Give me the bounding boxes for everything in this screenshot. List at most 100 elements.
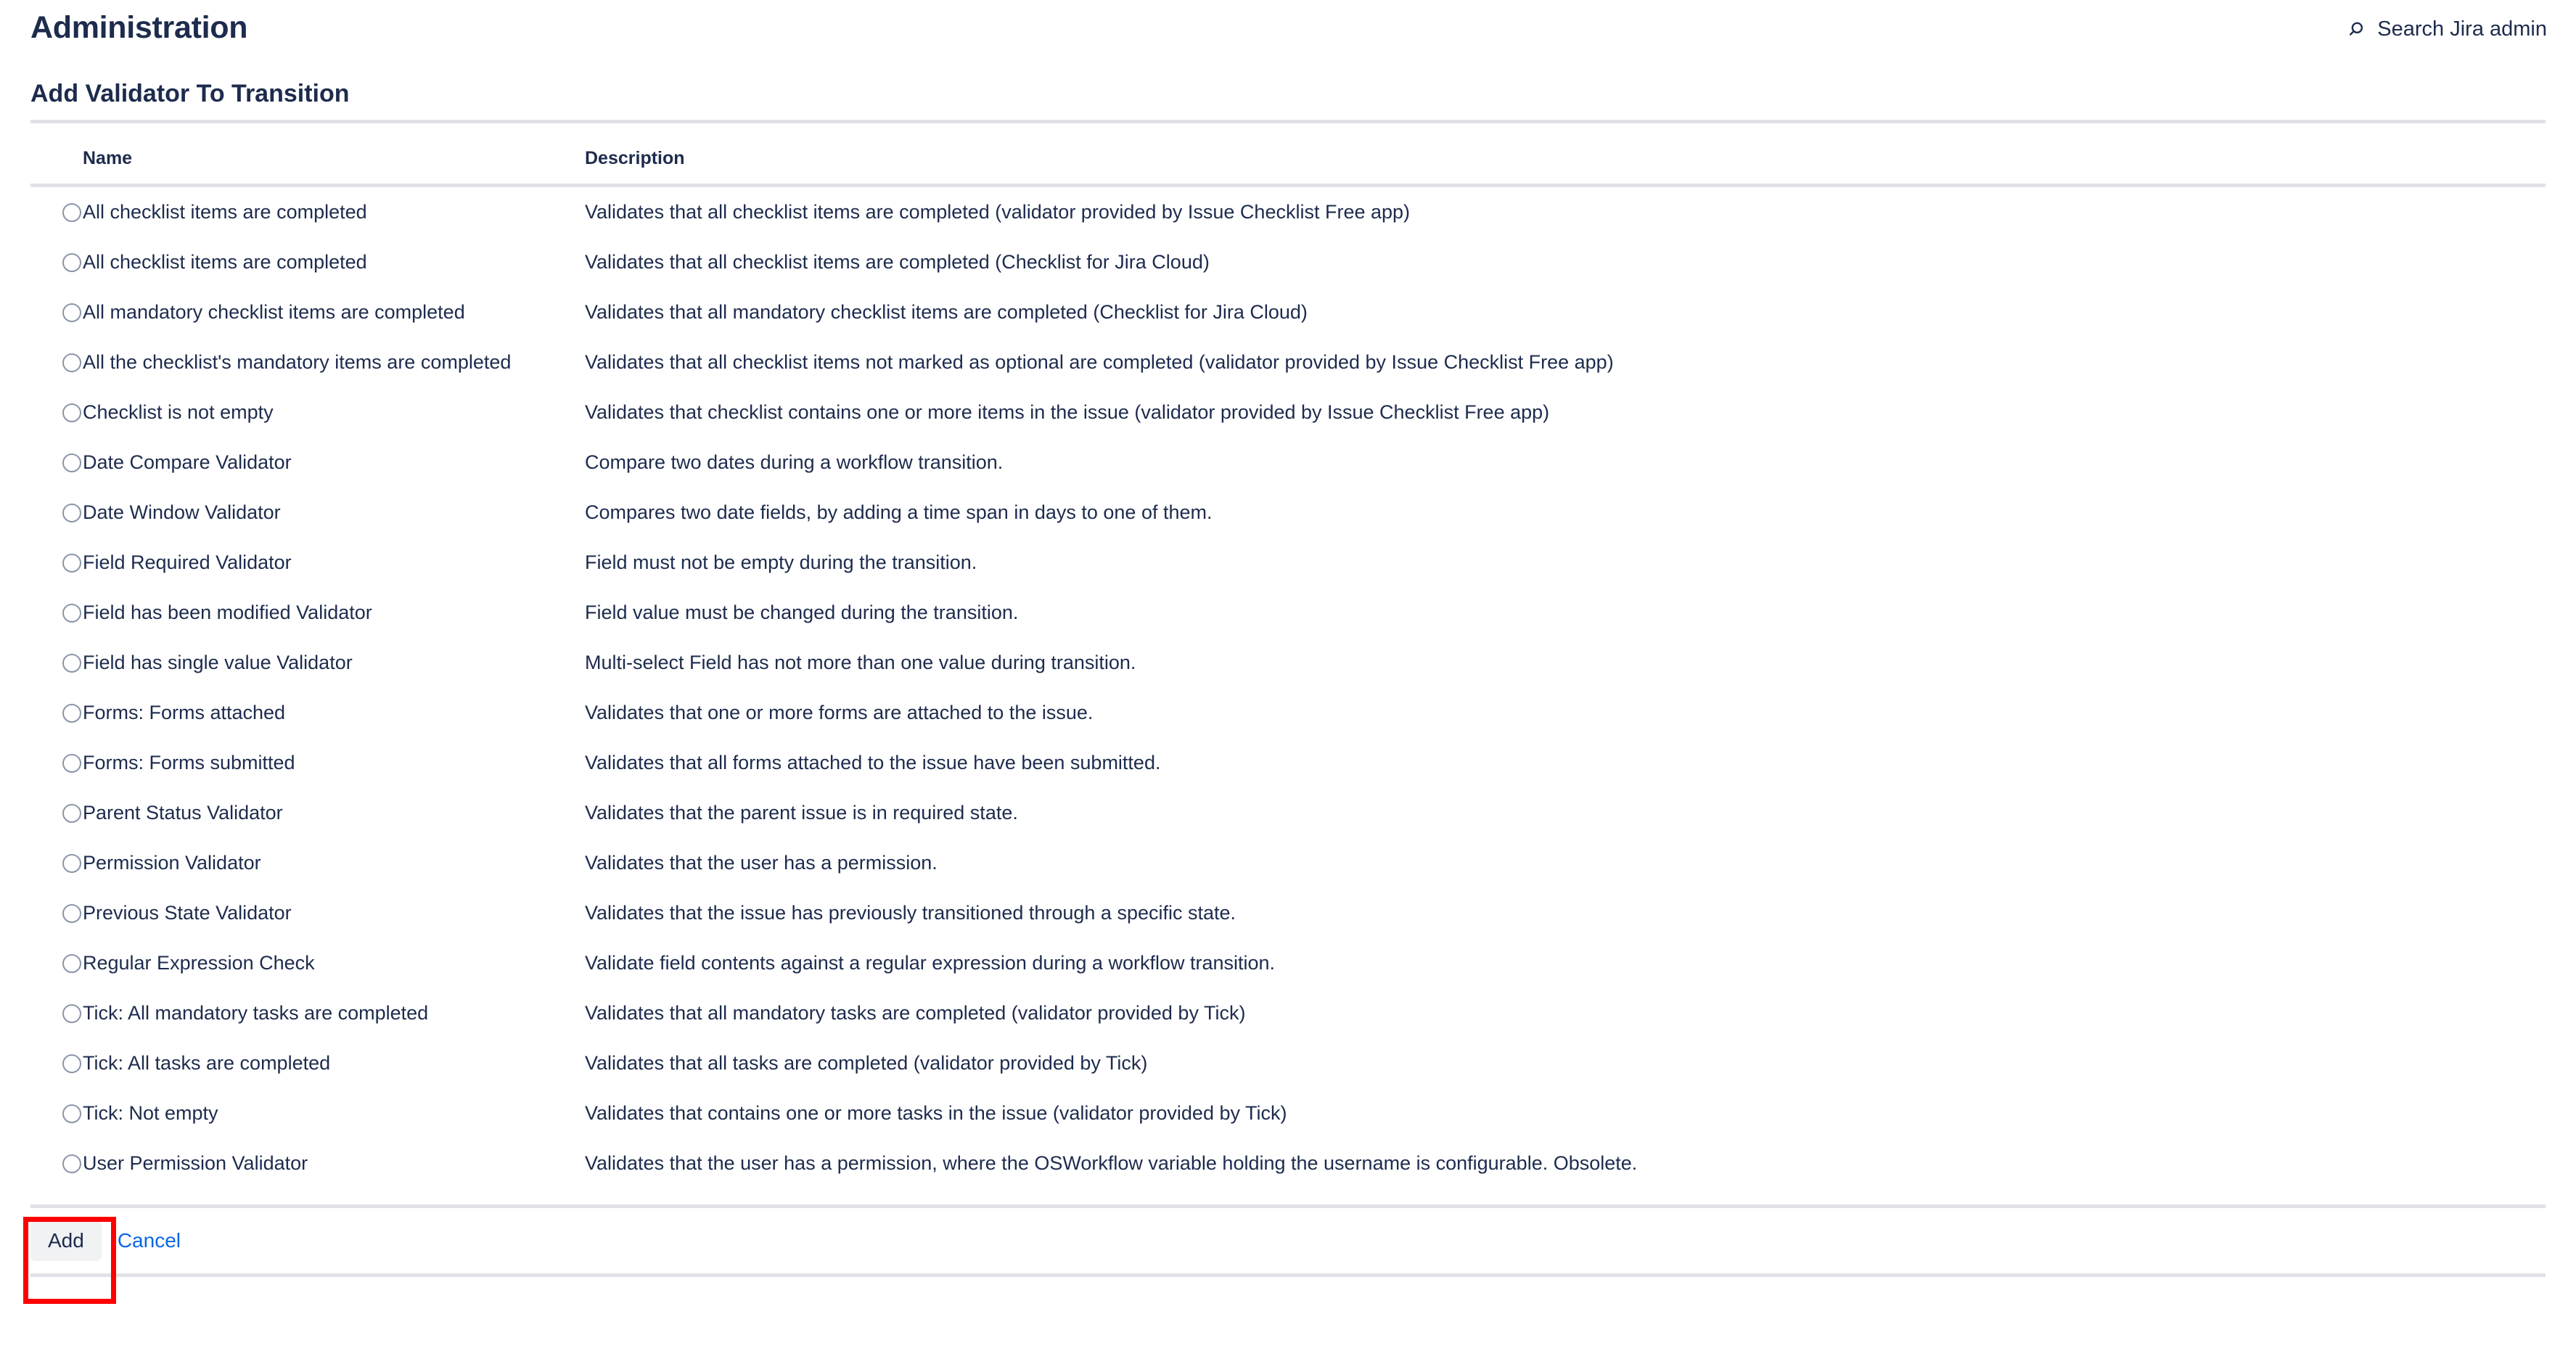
validator-radio[interactable] <box>62 853 81 873</box>
validator-radio[interactable] <box>62 803 81 823</box>
validator-radio[interactable] <box>62 703 81 723</box>
validator-radio[interactable] <box>62 553 81 572</box>
table-row[interactable]: Forms: Forms attached Validates that one … <box>30 688 2546 738</box>
validator-name: All checklist items are completed <box>83 201 367 223</box>
radio-cell[interactable] <box>30 1088 83 1138</box>
table-row[interactable]: Regular Expression Check Validate field c… <box>30 938 2546 988</box>
column-header-description: Description <box>585 123 2546 187</box>
validator-description: Validates that the parent issue is in re… <box>585 802 1018 824</box>
validator-description: Validates that the user has a permission… <box>585 1152 1638 1175</box>
validator-name: Tick: Not empty <box>83 1102 218 1125</box>
radio-cell[interactable] <box>30 838 83 888</box>
table-row[interactable]: All the checklist's mandatory items are … <box>30 337 2546 387</box>
validators-table-container: Name Description All checklist items are… <box>30 123 2546 1189</box>
table-row[interactable]: Checklist is not empty Validates that che… <box>30 387 2546 438</box>
validator-radio[interactable] <box>62 303 81 322</box>
radio-cell[interactable] <box>30 688 83 738</box>
cancel-button[interactable]: Cancel <box>110 1220 188 1261</box>
radio-cell[interactable] <box>30 788 83 838</box>
validator-radio[interactable] <box>62 1104 81 1123</box>
radio-cell[interactable] <box>30 588 83 638</box>
table-header-row: Name Description <box>30 123 2546 187</box>
radio-cell[interactable] <box>30 438 83 488</box>
radio-cell[interactable] <box>30 1038 83 1088</box>
validator-description: Validates that the user has a permission… <box>585 852 938 874</box>
validator-description: Validates that checklist contains one or… <box>585 401 1550 424</box>
validator-radio[interactable] <box>62 1003 81 1023</box>
radio-cell[interactable] <box>30 1138 83 1189</box>
validator-description: Validates that contains one or more task… <box>585 1102 1287 1125</box>
table-row[interactable]: Date Window Validator Compares two date f… <box>30 488 2546 538</box>
validator-description: Validate field contents against a regula… <box>585 952 1276 974</box>
validators-table: Name Description All checklist items are… <box>30 123 2546 1189</box>
table-row[interactable]: Tick: All mandatory tasks are completed V… <box>30 988 2546 1038</box>
table-row[interactable]: Tick: All tasks are completed Validates t… <box>30 1038 2546 1088</box>
search-icon <box>2349 20 2368 39</box>
radio-cell[interactable] <box>30 387 83 438</box>
section-heading: Add Validator To Transition <box>30 80 350 107</box>
radio-cell[interactable] <box>30 538 83 588</box>
column-header-name: Name <box>83 123 585 187</box>
validator-radio[interactable] <box>62 903 81 923</box>
table-row[interactable]: Field has been modified Validator Field v… <box>30 588 2546 638</box>
table-row[interactable]: Permission Validator Validates that the u… <box>30 838 2546 888</box>
radio-cell[interactable] <box>30 938 83 988</box>
validator-radio[interactable] <box>62 202 81 222</box>
top-bar: Administration Search Jira admin <box>0 0 2576 73</box>
table-row[interactable]: Forms: Forms submitted Validates that all… <box>30 738 2546 788</box>
validator-radio[interactable] <box>62 503 81 522</box>
validator-radio[interactable] <box>62 403 81 422</box>
validator-radio[interactable] <box>62 653 81 673</box>
radio-cell[interactable] <box>30 237 83 287</box>
radio-cell[interactable] <box>30 287 83 337</box>
search-jira-admin-button[interactable]: Search Jira admin <box>2349 0 2547 40</box>
table-row[interactable]: Date Compare Validator Compare two dates … <box>30 438 2546 488</box>
validator-radio[interactable] <box>62 253 81 272</box>
add-button[interactable]: Add <box>30 1220 102 1261</box>
validator-name: User Permission Validator <box>83 1152 308 1175</box>
validator-name: Forms: Forms attached <box>83 702 286 724</box>
validator-description: Validates that the issue has previously … <box>585 902 1236 924</box>
validator-description: Validates that all checklist items are c… <box>585 251 1210 274</box>
validator-description: Compares two date fields, by adding a ti… <box>585 501 1213 524</box>
table-row[interactable]: Field Required Validator Field must not b… <box>30 538 2546 588</box>
validator-name: All mandatory checklist items are comple… <box>83 301 465 324</box>
table-row[interactable]: Parent Status Validator Validates that th… <box>30 788 2546 838</box>
validator-name: Checklist is not empty <box>83 401 274 424</box>
table-row[interactable]: All mandatory checklist items are comple… <box>30 287 2546 337</box>
validator-description: Validates that all checklist items are c… <box>585 201 1411 223</box>
validator-name: All checklist items are completed <box>83 251 367 274</box>
table-row[interactable]: All checklist items are completed Validat… <box>30 237 2546 287</box>
validator-radio[interactable] <box>62 353 81 372</box>
validator-radio[interactable] <box>62 453 81 472</box>
table-row[interactable]: Tick: Not empty Validates that contains o… <box>30 1088 2546 1138</box>
validator-radio[interactable] <box>62 1054 81 1073</box>
radio-cell[interactable] <box>30 186 83 238</box>
validator-name: Previous State Validator <box>83 902 292 924</box>
radio-cell[interactable] <box>30 638 83 688</box>
radio-cell[interactable] <box>30 988 83 1038</box>
validator-description: Validates that all forms attached to the… <box>585 752 1161 774</box>
radio-cell[interactable] <box>30 337 83 387</box>
validator-radio[interactable] <box>62 1154 81 1173</box>
validator-radio[interactable] <box>62 953 81 973</box>
validator-description: Validates that all checklist items not m… <box>585 351 1614 374</box>
table-row[interactable]: Field has single value Validator Multi-se… <box>30 638 2546 688</box>
radio-cell[interactable] <box>30 888 83 938</box>
validator-description: Validates that all mandatory checklist i… <box>585 301 1308 324</box>
table-row[interactable]: User Permission Validator Validates that … <box>30 1138 2546 1189</box>
validator-name: Regular Expression Check <box>83 952 315 974</box>
validator-name: Parent Status Validator <box>83 802 283 824</box>
table-row[interactable]: All checklist items are completed Validat… <box>30 186 2546 238</box>
validator-description: Validates that all tasks are completed (… <box>585 1052 1148 1075</box>
validator-radio[interactable] <box>62 603 81 623</box>
validator-name: Permission Validator <box>83 852 261 874</box>
validator-name: Field has been modified Validator <box>83 602 372 624</box>
validator-radio[interactable] <box>62 753 81 773</box>
validator-name: Forms: Forms submitted <box>83 752 295 774</box>
validator-description: Field value must be changed during the t… <box>585 602 1019 624</box>
radio-cell[interactable] <box>30 488 83 538</box>
table-row[interactable]: Previous State Validator Validates that t… <box>30 888 2546 938</box>
radio-cell[interactable] <box>30 738 83 788</box>
form-footer: Add Cancel <box>30 1204 2546 1277</box>
